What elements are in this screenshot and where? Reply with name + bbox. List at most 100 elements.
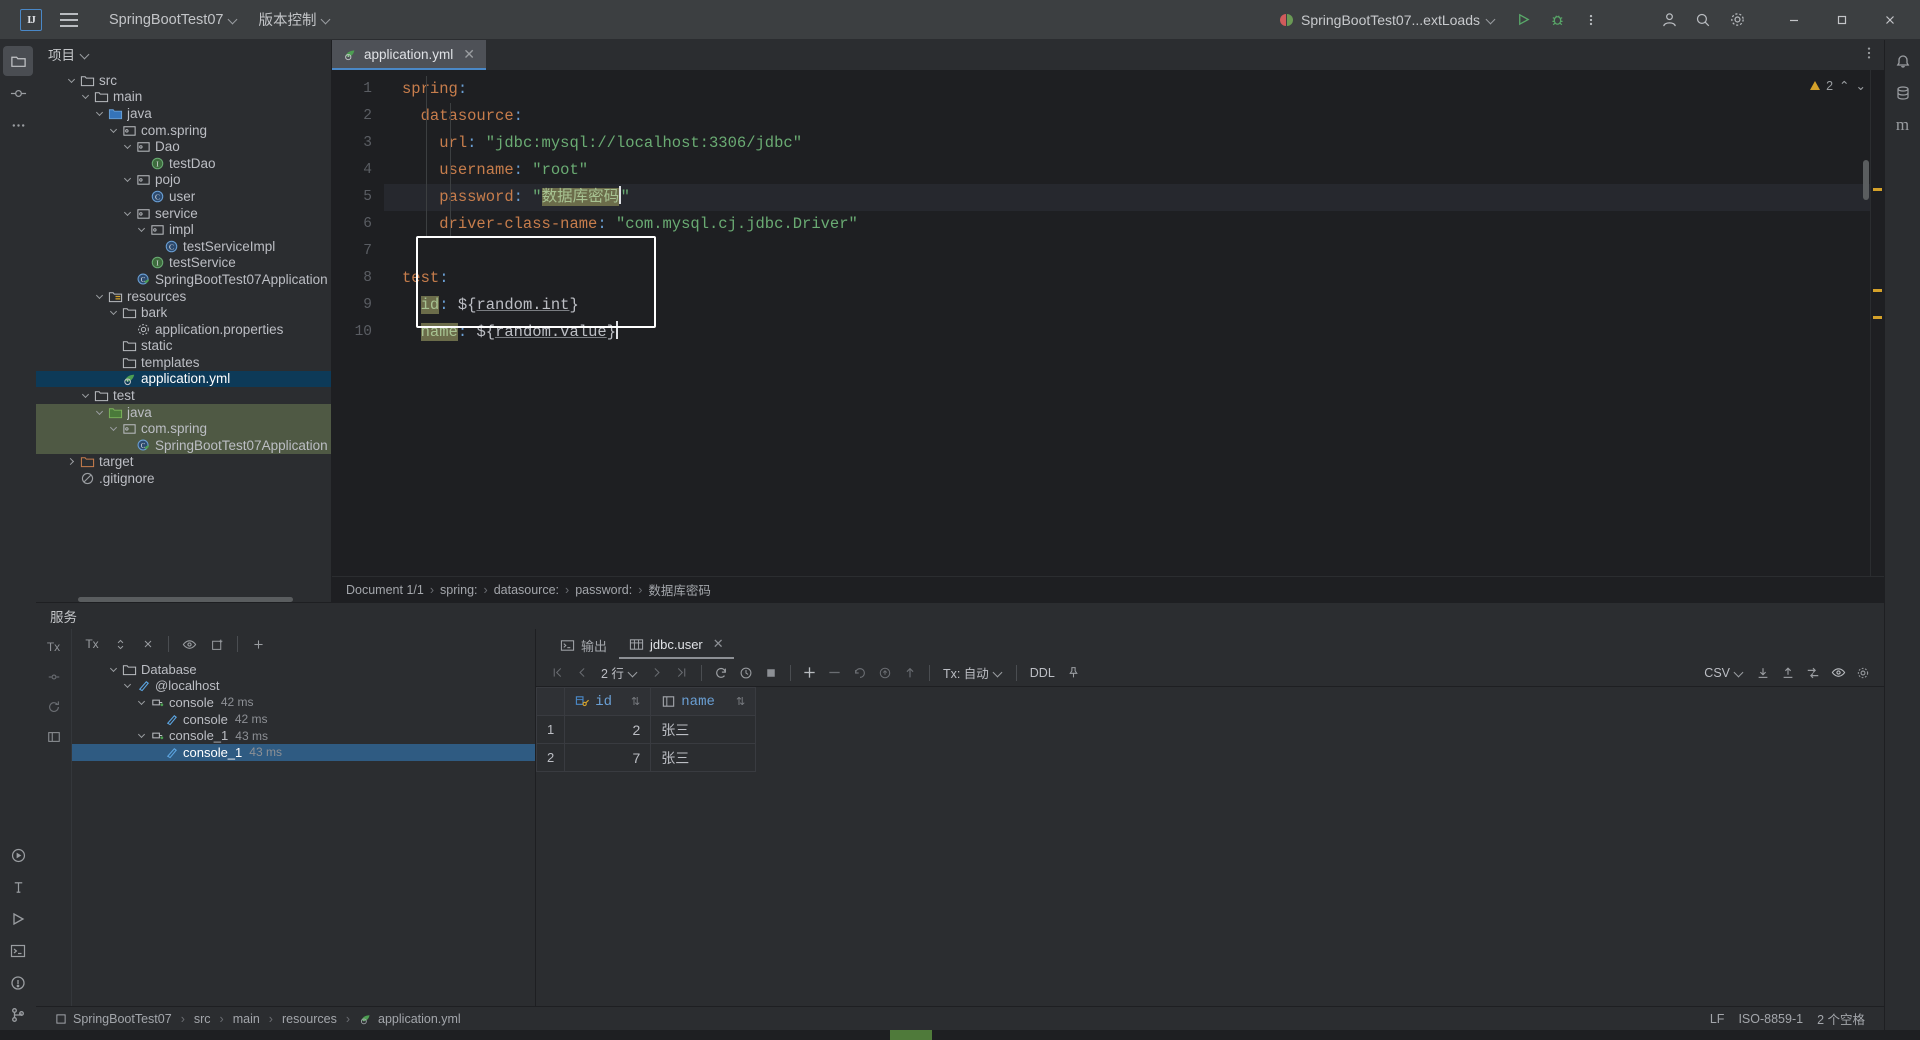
chevron-down-icon[interactable] — [106, 125, 120, 133]
status-path-crumb-file[interactable]: application.yml — [352, 1012, 468, 1026]
tree-item-user[interactable]: Cuser — [36, 188, 331, 205]
next-page-icon[interactable] — [646, 662, 668, 684]
tree-item-testservice[interactable]: ItestService — [36, 255, 331, 272]
add-row-icon[interactable] — [799, 662, 821, 684]
table-row[interactable]: 1 2 张三 — [536, 715, 757, 744]
chevron-down-icon[interactable] — [106, 664, 120, 672]
cell-id[interactable]: 7 — [564, 743, 652, 772]
database-icon[interactable] — [1888, 78, 1918, 108]
download-icon[interactable] — [1752, 662, 1774, 684]
chevron-down-icon[interactable] — [134, 731, 148, 739]
bell-icon[interactable] — [1888, 46, 1918, 76]
breadcrumb[interactable]: Document 1/1 › spring: › datasource: › passwor… — [332, 576, 1884, 602]
export-format-selector[interactable]: CSV — [1699, 664, 1749, 682]
cell-id[interactable]: 2 — [564, 715, 652, 744]
upload-icon[interactable] — [899, 662, 921, 684]
account-icon[interactable] — [1654, 5, 1684, 35]
database-grid[interactable]: id ⇅ name ⇅ 1 2 张三 2 7 张三 — [536, 687, 1884, 1006]
gutter-line-number[interactable]: 8 — [332, 265, 384, 292]
chevron-down-icon[interactable] — [78, 391, 92, 399]
inspection-widget[interactable]: 2 ⌃ ⌄ — [1810, 78, 1866, 93]
chevron-down-icon[interactable] — [120, 142, 134, 150]
transaction-icon[interactable]: Tx — [41, 635, 67, 659]
commit-icon[interactable] — [3, 78, 33, 108]
tree-item-service[interactable]: service — [36, 205, 331, 222]
tree-item-application-properties[interactable]: application.properties — [36, 321, 331, 338]
close-button[interactable] — [1868, 0, 1912, 40]
gutter-line-number[interactable]: 2 — [332, 103, 384, 130]
chevron-down-icon[interactable] — [92, 291, 106, 299]
eye-icon[interactable] — [177, 632, 201, 656]
first-page-icon[interactable] — [546, 662, 568, 684]
services-tree[interactable]: Database @localhost console 42 ms console 42 … — [72, 659, 535, 1006]
tree-item-bark[interactable]: bark — [36, 304, 331, 321]
maven-m-icon[interactable]: m — [1888, 110, 1918, 140]
tree-item-springboottest07application[interactable]: C SpringBootTest07Application — [36, 271, 331, 288]
hamburger-icon[interactable] — [54, 5, 84, 35]
tree-item-java[interactable]: java — [36, 105, 331, 122]
plus-icon[interactable] — [246, 632, 270, 656]
tree-item-templates[interactable]: templates — [36, 354, 331, 371]
gutter-line-number[interactable]: 7 — [332, 238, 384, 265]
tree-item-src[interactable]: src — [36, 72, 331, 89]
tree-item-main[interactable]: main — [36, 89, 331, 106]
gutter-line-number[interactable]: 5 — [332, 184, 384, 211]
project-name-button[interactable]: SpringBootTest07 — [100, 7, 247, 33]
chevron-down-icon[interactable] — [120, 208, 134, 216]
chevron-down-icon[interactable] — [134, 225, 148, 233]
rows-count-selector[interactable]: 2 行 — [596, 661, 643, 684]
indent-widget[interactable]: 2 个空格 — [1810, 1009, 1872, 1028]
minimize-button[interactable] — [1772, 0, 1816, 40]
tree-item-application-yml[interactable]: application.yml — [36, 370, 331, 388]
code-line-3[interactable]: url: "jdbc:mysql://localhost:3306/jdbc" — [384, 130, 1884, 157]
stop-icon[interactable] — [41, 665, 67, 689]
tree-item-com-spring[interactable]: com.spring — [36, 122, 331, 139]
tree-item-testdao[interactable]: ItestDao — [36, 155, 331, 172]
more-horizontal-icon[interactable] — [3, 110, 33, 140]
chevron-down-icon[interactable] — [134, 697, 148, 706]
editor-more-icon[interactable] — [1862, 46, 1876, 60]
service-item-console-1[interactable]: console_1 43 ms — [72, 743, 535, 761]
maximize-button[interactable] — [1820, 0, 1864, 40]
git-branch-icon[interactable] — [3, 1000, 33, 1030]
problems-icon[interactable] — [3, 968, 33, 998]
row-number-cell[interactable]: 1 — [536, 715, 566, 744]
terminal-icon[interactable] — [3, 936, 33, 966]
pin-icon[interactable] — [1063, 662, 1085, 684]
layout-icon[interactable] — [41, 725, 67, 749]
status-project-crumb[interactable]: SpringBootTest07 — [48, 1012, 179, 1026]
gutter-line-number[interactable]: 4 — [332, 157, 384, 184]
row-number-cell[interactable]: 2 — [536, 743, 566, 772]
cell-name[interactable]: 张三 — [650, 715, 757, 744]
chevron-down-icon[interactable] — [78, 92, 92, 100]
code-line-4[interactable]: username: "root" — [384, 157, 1884, 184]
chevron-down-icon[interactable] — [92, 407, 106, 415]
prev-page-icon[interactable] — [571, 662, 593, 684]
tree-item-test[interactable]: test — [36, 387, 331, 404]
tree-item-static[interactable]: static — [36, 338, 331, 355]
column-header-id[interactable]: id ⇅ — [564, 687, 652, 716]
transaction-mode-selector[interactable]: Tx: 自动 — [938, 661, 1008, 684]
chevron-right-icon[interactable] — [64, 458, 78, 466]
settings-icon[interactable] — [1852, 662, 1874, 684]
import-icon[interactable] — [1777, 662, 1799, 684]
close-icon[interactable]: ✕ — [713, 636, 724, 652]
breadcrumb-item[interactable]: datasource: — [494, 583, 559, 597]
project-panel-header[interactable]: 项目 — [36, 40, 331, 68]
chevron-down-icon[interactable] — [64, 75, 78, 83]
debug-button[interactable] — [1542, 5, 1572, 35]
project-folder-icon[interactable] — [3, 46, 33, 76]
last-page-icon[interactable] — [671, 662, 693, 684]
expand-collapse-icon[interactable] — [108, 632, 132, 656]
run-configuration-selector[interactable]: SpringBootTest07...extLoads — [1272, 7, 1504, 33]
project-horizontal-scrollbar[interactable] — [78, 597, 293, 602]
compare-icon[interactable] — [1802, 662, 1824, 684]
breadcrumb-item[interactable]: spring: — [440, 583, 478, 597]
transaction-mode-button[interactable]: Tx — [80, 632, 104, 656]
close-icon[interactable]: ✕ — [463, 46, 475, 63]
line-separator-widget[interactable]: LF — [1703, 1012, 1732, 1026]
service-item-database[interactable]: Database — [72, 661, 535, 678]
tree-item-springboottest07applicationt[interactable]: C SpringBootTest07ApplicationT — [36, 437, 331, 454]
code-line-5[interactable]: password: "数据库密码" — [384, 184, 1884, 211]
chevron-down-icon[interactable] — [92, 108, 106, 117]
